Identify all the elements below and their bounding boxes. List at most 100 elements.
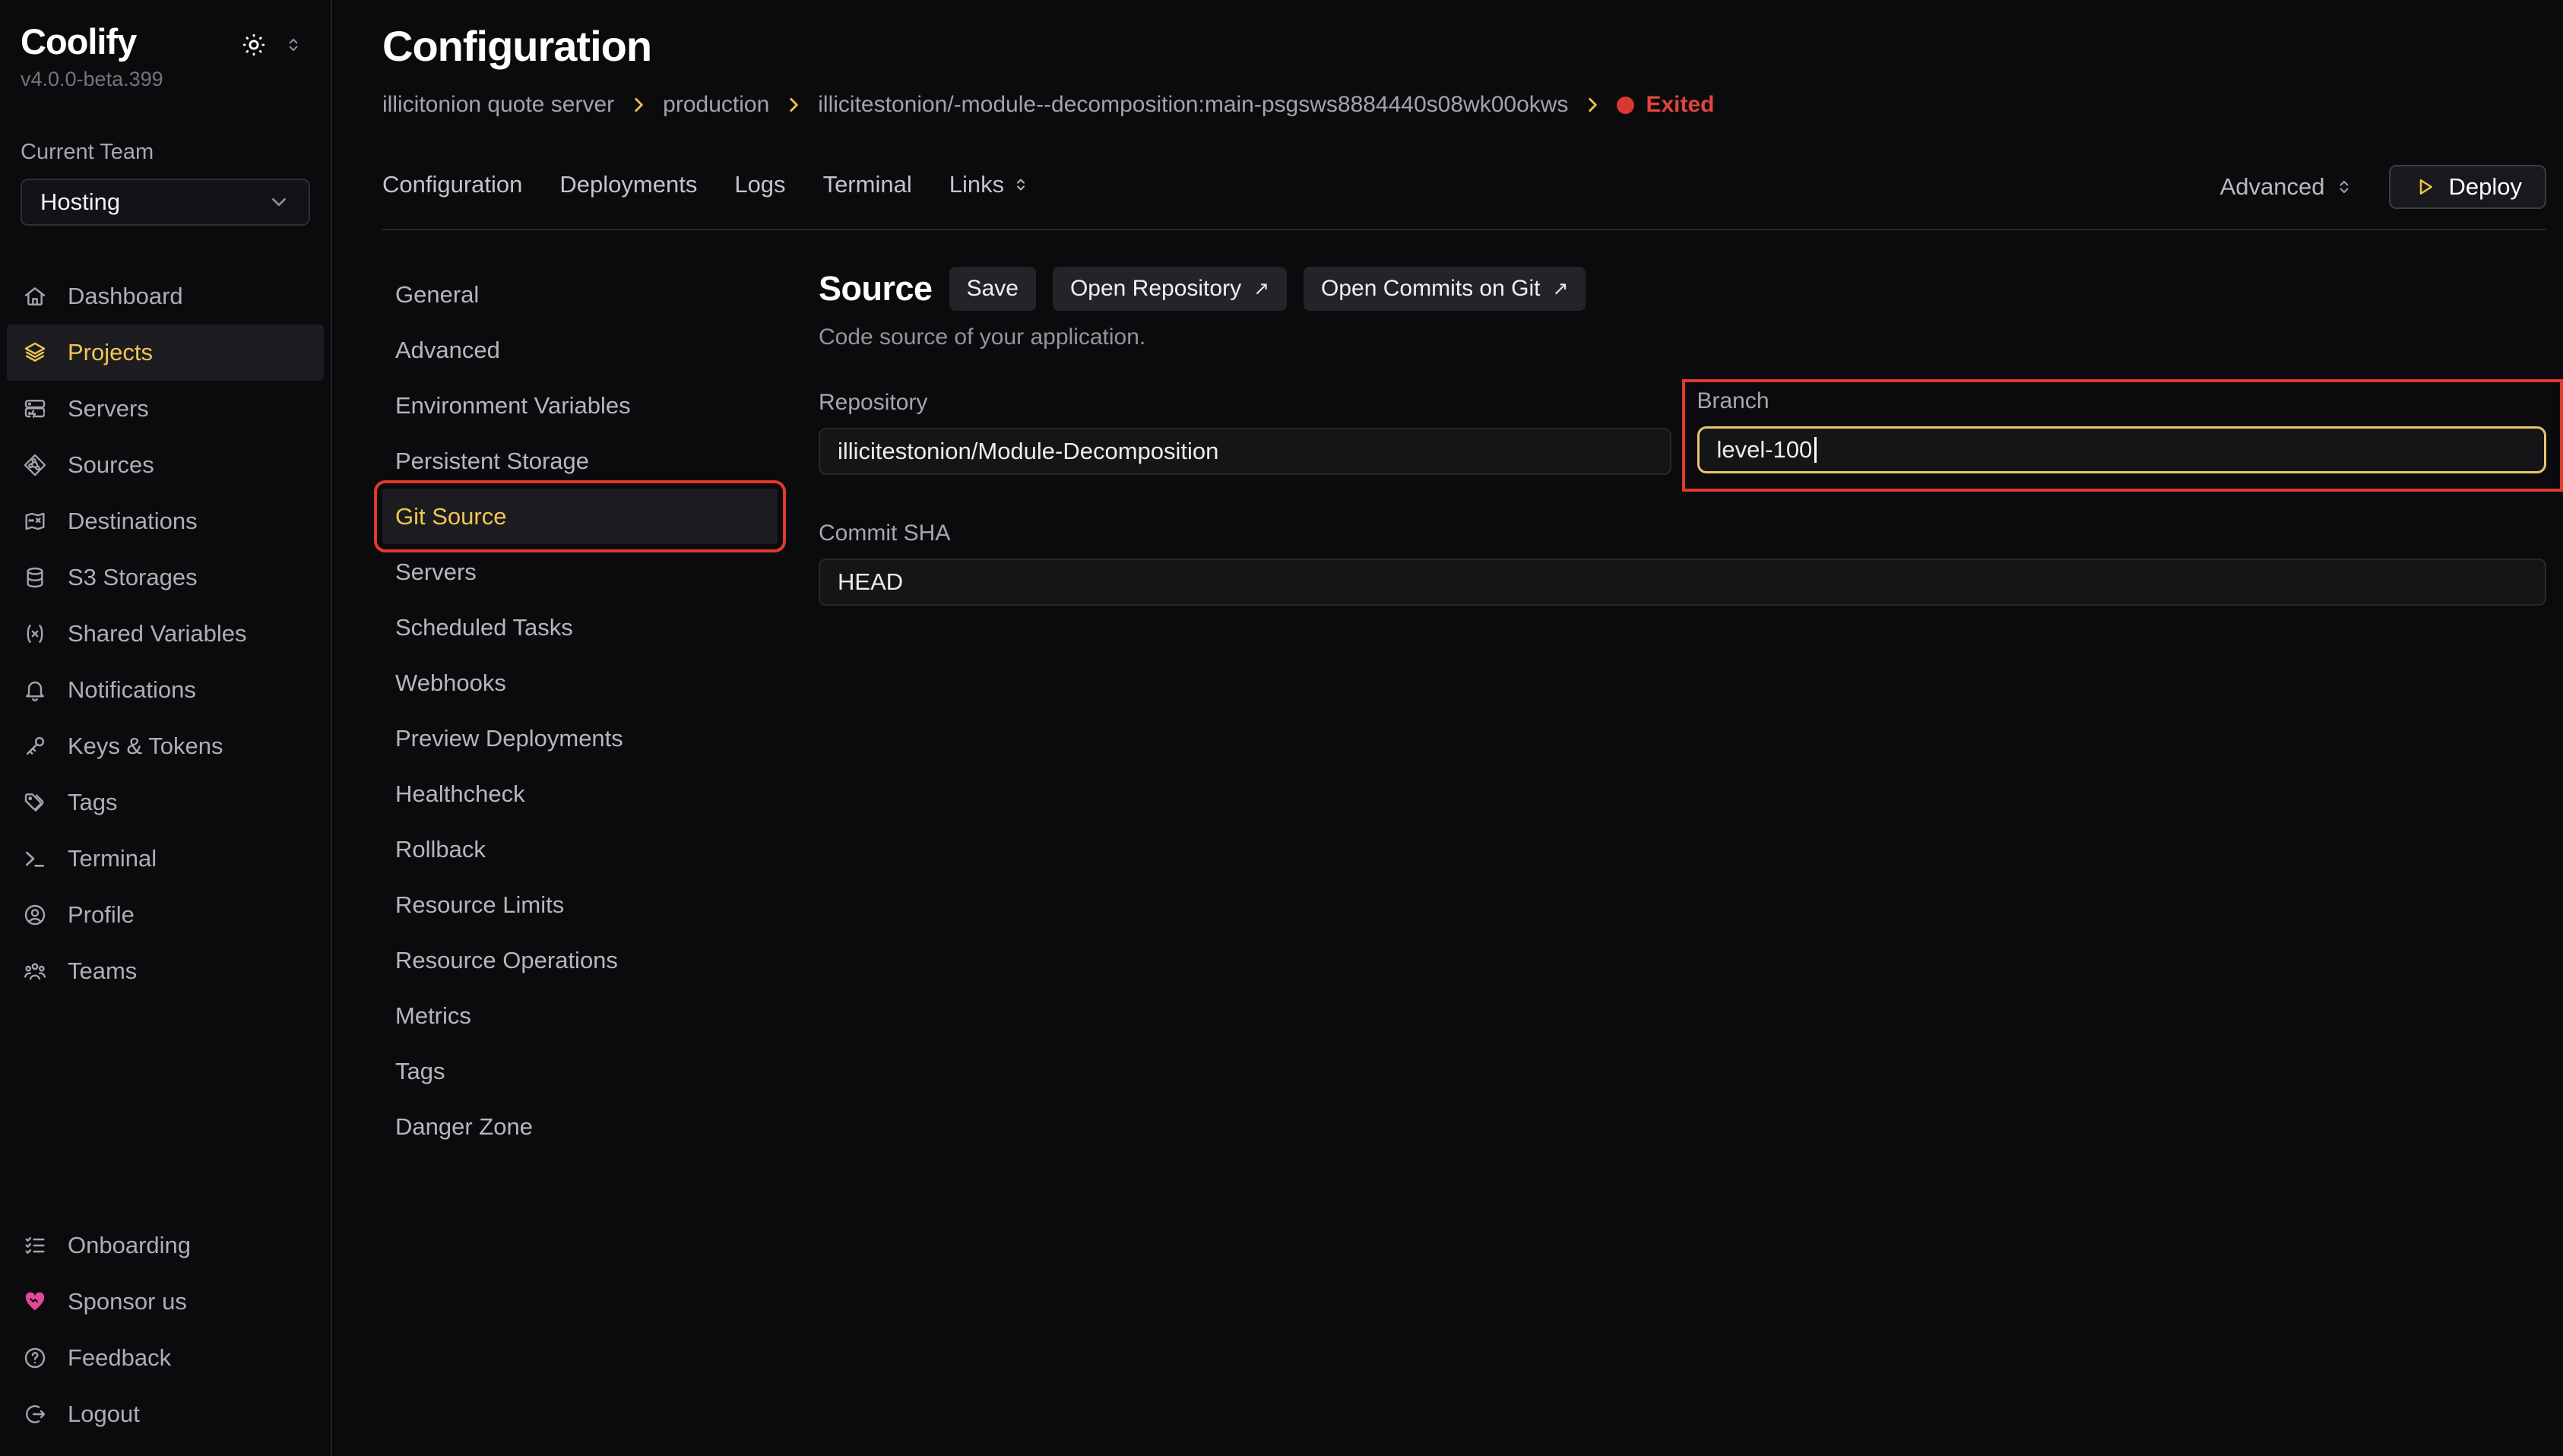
user-icon bbox=[23, 903, 47, 927]
database-icon bbox=[23, 565, 47, 590]
deploy-button[interactable]: Deploy bbox=[2389, 165, 2547, 209]
breadcrumb-application[interactable]: illicitestonion/-module--decomposition:m… bbox=[818, 92, 1568, 118]
heart-icon bbox=[23, 1290, 47, 1314]
deploy-label: Deploy bbox=[2449, 173, 2523, 201]
breadcrumb-project[interactable]: illicitonion quote server bbox=[382, 92, 614, 118]
tags-icon bbox=[23, 790, 47, 815]
sidebar-item-teams[interactable]: Teams bbox=[7, 943, 324, 999]
sidebar-item-sources[interactable]: Sources bbox=[7, 437, 324, 493]
subnav-item-general[interactable]: General bbox=[382, 267, 778, 322]
sidebar-item-label: Tags bbox=[68, 789, 117, 816]
sidebar-item-logout[interactable]: Logout bbox=[7, 1386, 324, 1442]
tab-links[interactable]: Links bbox=[949, 171, 1030, 198]
breadcrumb-environment[interactable]: production bbox=[663, 92, 769, 118]
tab-configuration[interactable]: Configuration bbox=[382, 171, 522, 198]
subnav-item-tags[interactable]: Tags bbox=[382, 1043, 778, 1099]
chevron-right-icon bbox=[629, 95, 648, 115]
sidebar-item-label: Feedback bbox=[68, 1344, 171, 1372]
subnav-item-metrics[interactable]: Metrics bbox=[382, 988, 778, 1043]
advanced-label: Advanced bbox=[2220, 173, 2325, 201]
repository-input[interactable] bbox=[819, 428, 1671, 475]
app-logo: Coolify bbox=[21, 23, 136, 60]
subnav-item-danger-zone[interactable]: Danger Zone bbox=[382, 1099, 778, 1154]
sidebar-item-label: Destinations bbox=[68, 508, 198, 535]
status-dot-icon bbox=[1617, 97, 1634, 114]
team-select-value: Hosting bbox=[40, 188, 120, 216]
sidebar-item-terminal[interactable]: Terminal bbox=[7, 831, 324, 887]
sidebar-item-projects[interactable]: Projects bbox=[7, 324, 324, 381]
sidebar-item-tags[interactable]: Tags bbox=[7, 774, 324, 831]
sidebar-collapse-icon[interactable] bbox=[284, 35, 303, 55]
subnav-item-persistent-storage[interactable]: Persistent Storage bbox=[382, 433, 778, 489]
sidebar-item-label: Onboarding bbox=[68, 1232, 191, 1259]
status-text: Exited bbox=[1646, 92, 1714, 118]
current-team-label: Current Team bbox=[0, 140, 331, 165]
coolify-app: Coolify v4.0.0-beta.399 Current Team Hos… bbox=[0, 0, 2563, 1456]
sidebar-item-shared-variables[interactable]: Shared Variables bbox=[7, 606, 324, 662]
source-form: Repository Branch level-100 bbox=[819, 390, 2546, 606]
sidebar-item-dashboard[interactable]: Dashboard bbox=[7, 268, 324, 324]
server-icon bbox=[23, 397, 47, 421]
subnav-item-resource-limits[interactable]: Resource Limits bbox=[382, 877, 778, 932]
sidebar-item-notifications[interactable]: Notifications bbox=[7, 662, 324, 718]
bell-icon bbox=[23, 678, 47, 702]
sidebar-item-profile[interactable]: Profile bbox=[7, 887, 324, 943]
save-button[interactable]: Save bbox=[949, 267, 1036, 311]
subnav-item-environment-variables[interactable]: Environment Variables bbox=[382, 378, 778, 433]
tab-logs[interactable]: Logs bbox=[734, 171, 785, 198]
commit-sha-input[interactable] bbox=[819, 559, 2546, 606]
sidebar-item-label: Profile bbox=[68, 901, 135, 929]
sidebar-footer: Onboarding Sponsor us Feedback Logout bbox=[0, 1217, 331, 1442]
help-icon bbox=[23, 1346, 47, 1370]
open-commits-button[interactable]: Open Commits on Git ↗ bbox=[1304, 267, 1586, 311]
subnav-item-preview-deployments[interactable]: Preview Deployments bbox=[382, 711, 778, 766]
app-version: v4.0.0-beta.399 bbox=[0, 68, 331, 91]
sidebar-item-label: S3 Storages bbox=[68, 564, 198, 591]
git-source-panel: Source Save Open Repository ↗ Open Commi… bbox=[819, 267, 2546, 1456]
advanced-selector[interactable]: Advanced bbox=[2220, 173, 2354, 201]
subnav-item-webhooks[interactable]: Webhooks bbox=[382, 655, 778, 711]
team-select[interactable]: Hosting bbox=[21, 179, 310, 226]
sidebar-item-feedback[interactable]: Feedback bbox=[7, 1330, 324, 1386]
page-title: Configuration bbox=[382, 21, 2546, 71]
team-icon bbox=[23, 959, 47, 983]
sidebar-item-servers[interactable]: Servers bbox=[7, 381, 324, 437]
repository-label: Repository bbox=[819, 390, 1671, 416]
subnav-item-resource-operations[interactable]: Resource Operations bbox=[382, 932, 778, 988]
sidebar-item-keys-tokens[interactable]: Keys & Tokens bbox=[7, 718, 324, 774]
branch-input[interactable]: level-100 bbox=[1697, 426, 2547, 473]
subnav-item-git-source[interactable]: Git Source bbox=[382, 489, 778, 544]
subnav-item-rollback[interactable]: Rollback bbox=[382, 821, 778, 877]
git-source-icon bbox=[23, 453, 47, 477]
subnav-item-advanced[interactable]: Advanced bbox=[382, 322, 778, 378]
sidebar-item-onboarding[interactable]: Onboarding bbox=[7, 1217, 324, 1274]
chevron-right-icon bbox=[1582, 95, 1602, 115]
logout-icon bbox=[23, 1402, 47, 1426]
commit-sha-label: Commit SHA bbox=[819, 521, 2546, 546]
text-caret bbox=[1814, 437, 1817, 463]
sidebar-nav: Dashboard Projects Servers Sources Desti… bbox=[0, 268, 331, 999]
theme-toggle-sun-icon[interactable] bbox=[241, 32, 267, 58]
open-commits-label: Open Commits on Git bbox=[1321, 276, 1540, 302]
sidebar-item-sponsor-us[interactable]: Sponsor us bbox=[7, 1274, 324, 1330]
sidebar-item-label: Terminal bbox=[68, 845, 157, 872]
chevron-updown-icon bbox=[2334, 177, 2354, 197]
commit-sha-field: Commit SHA bbox=[819, 521, 2546, 606]
subnav-item-scheduled-tasks[interactable]: Scheduled Tasks bbox=[382, 600, 778, 655]
sidebar-item-destinations[interactable]: Destinations bbox=[7, 493, 324, 549]
status-badge: Exited bbox=[1617, 92, 1714, 118]
tab-terminal[interactable]: Terminal bbox=[823, 171, 912, 198]
sidebar-item-s3-storages[interactable]: S3 Storages bbox=[7, 549, 324, 606]
subnav-item-healthcheck[interactable]: Healthcheck bbox=[382, 766, 778, 821]
chevron-down-icon bbox=[268, 191, 290, 214]
chevron-updown-icon bbox=[1012, 176, 1030, 194]
open-repository-button[interactable]: Open Repository ↗ bbox=[1053, 267, 1287, 311]
sidebar-item-label: Sources bbox=[68, 451, 154, 479]
terminal-icon bbox=[23, 847, 47, 871]
branch-value: level-100 bbox=[1717, 436, 1813, 464]
map-icon bbox=[23, 509, 47, 533]
tab-links-label: Links bbox=[949, 171, 1004, 198]
source-description: Code source of your application. bbox=[819, 324, 2546, 350]
subnav-item-servers[interactable]: Servers bbox=[382, 544, 778, 600]
tab-deployments[interactable]: Deployments bbox=[559, 171, 697, 198]
